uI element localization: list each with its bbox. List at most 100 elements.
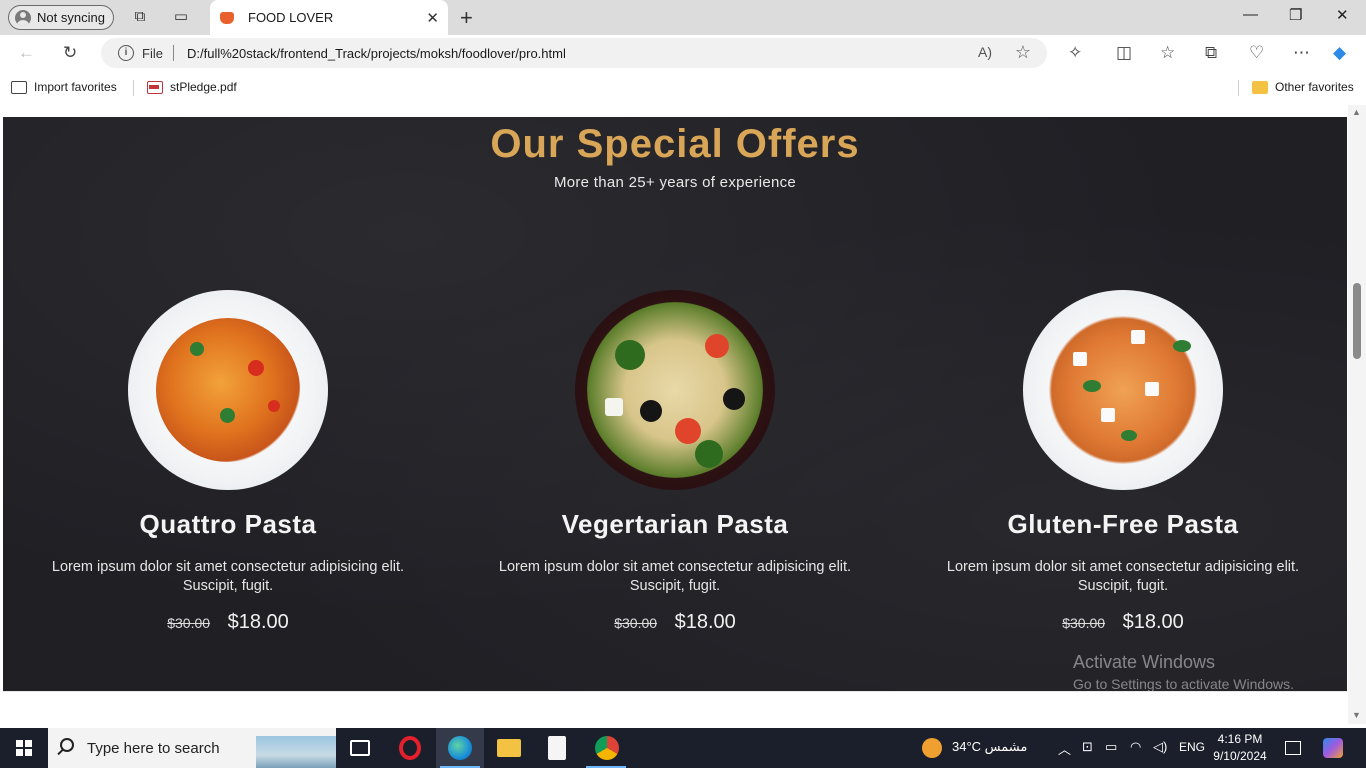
card-title: Gluten-Free Pasta	[1007, 509, 1239, 539]
import-favorites-label: Import favorites	[34, 80, 117, 94]
offer-card-vegetarian: Vegertarian Pasta Lorem ipsum dolor sit …	[465, 290, 885, 634]
import-favorites-button[interactable]: Import favorites	[11, 80, 117, 94]
wifi-icon[interactable]: ◠	[1130, 739, 1141, 755]
price: $18.00	[227, 611, 289, 633]
copilot-icon[interactable]: ◆	[1333, 43, 1346, 63]
dish-image	[575, 290, 775, 490]
opera-icon[interactable]	[399, 736, 421, 760]
page-viewport: Our Special Offers More than 25+ years o…	[3, 117, 1347, 691]
close-window-icon[interactable]: ✕	[1336, 6, 1349, 24]
old-price: $30.00	[1062, 615, 1106, 631]
price: $18.00	[1122, 611, 1184, 633]
dish-image	[128, 290, 328, 490]
notifications-icon[interactable]	[1285, 741, 1301, 755]
title-bar: Not syncing ⧉ ▭ FOOD LOVER ✕ + — ❐ ✕	[0, 0, 1366, 35]
read-aloud-icon[interactable]: A)	[978, 44, 992, 60]
refresh-icon[interactable]: ↻	[63, 43, 77, 63]
tab-food-lover[interactable]: FOOD LOVER ✕	[210, 0, 448, 35]
offer-card-quattro: Quattro Pasta Lorem ipsum dolor sit amet…	[18, 290, 438, 634]
dish-image	[1023, 290, 1223, 490]
taskbar: Type here to search 34°C مشمس ︿ ⊡ ▭ ◠ ◁)…	[0, 728, 1366, 768]
price: $18.00	[674, 611, 736, 633]
card-description: Lorem ipsum dolor sit amet consectetur a…	[498, 559, 852, 594]
old-price: $30.00	[614, 615, 658, 631]
favorites-icon[interactable]: ☆	[1160, 43, 1175, 63]
tab-actions-icon[interactable]: ▭	[172, 8, 190, 26]
card-title: Quattro Pasta	[139, 509, 317, 539]
page-bottom-strip	[3, 691, 1347, 724]
chrome-icon[interactable]	[595, 736, 619, 760]
old-price: $30.00	[167, 615, 211, 631]
other-favorites-button[interactable]: Other favorites	[1252, 80, 1354, 94]
activate-windows-watermark: Activate Windows Go to Settings to activ…	[1073, 652, 1294, 691]
windows-start-icon[interactable]	[16, 740, 32, 756]
scroll-thumb[interactable]	[1353, 283, 1361, 359]
volume-icon[interactable]: ◁)	[1153, 739, 1167, 755]
file-explorer-icon[interactable]	[497, 739, 521, 757]
page-top-strip	[3, 105, 1347, 117]
url-text[interactable]: D:/full%20stack/frontend_Track/projects/…	[187, 46, 566, 61]
divider	[133, 80, 134, 96]
task-view-icon[interactable]	[350, 740, 370, 756]
restore-icon[interactable]: ❐	[1289, 6, 1302, 24]
import-icon	[11, 80, 27, 94]
card-title: Vegertarian Pasta	[561, 509, 789, 539]
avatar-icon	[15, 9, 31, 26]
battery-icon[interactable]: ▭	[1105, 739, 1117, 755]
clock[interactable]: 4:16 PM 9/10/2024	[1210, 731, 1270, 765]
search-highlight-image	[256, 736, 336, 768]
profile-label: Not syncing	[37, 10, 105, 25]
language-indicator[interactable]: ENG	[1179, 740, 1205, 754]
scroll-down-icon[interactable]: ▼	[1352, 710, 1361, 720]
extensions-icon[interactable]: ✧	[1068, 43, 1082, 63]
workspaces-icon[interactable]: ⧉	[131, 8, 149, 26]
page-title: Our Special Offers	[490, 122, 860, 166]
pdf-icon	[147, 80, 163, 94]
tab-favicon-icon	[220, 11, 234, 24]
clock-time: 4:16 PM	[1217, 732, 1263, 746]
other-favorites-label: Other favorites	[1275, 80, 1354, 94]
favorite-pdf-label: stPledge.pdf	[170, 80, 237, 94]
favorite-pdf-link[interactable]: stPledge.pdf	[147, 80, 237, 94]
info-icon[interactable]: i	[118, 45, 134, 61]
notepad-icon[interactable]	[548, 736, 566, 760]
watermark-subtitle: Go to Settings to activate Windows.	[1073, 676, 1294, 691]
show-hidden-icons-icon[interactable]: ︿	[1058, 739, 1071, 758]
copilot-taskbar-icon[interactable]	[1323, 738, 1343, 758]
favorite-star-icon[interactable]: ☆	[1015, 42, 1031, 63]
card-prices: $30.00 $18.00	[18, 611, 438, 634]
minimize-icon[interactable]: —	[1243, 6, 1258, 23]
search-icon	[60, 738, 74, 752]
browser-essentials-icon[interactable]: ♡	[1249, 43, 1264, 63]
profile-button[interactable]: Not syncing	[8, 5, 114, 30]
tab-title: FOOD LOVER	[248, 10, 334, 25]
weather-icon[interactable]	[922, 738, 942, 758]
weather-text[interactable]: 34°C مشمس	[952, 739, 1027, 755]
folder-icon	[1252, 80, 1268, 94]
card-description: Lorem ipsum dolor sit amet consectetur a…	[946, 559, 1300, 594]
settings-more-icon[interactable]: ⋯	[1293, 43, 1310, 63]
divider	[173, 45, 174, 61]
card-prices: $30.00 $18.00	[913, 611, 1333, 634]
address-bar[interactable]: i File D:/full%20stack/frontend_Track/pr…	[101, 38, 1047, 68]
card-prices: $30.00 $18.00	[465, 611, 885, 634]
taskbar-search[interactable]: Type here to search	[48, 728, 336, 768]
clock-date: 9/10/2024	[1213, 749, 1267, 763]
navigation-bar: ← ↻ i File D:/full%20stack/frontend_Trac…	[0, 35, 1366, 71]
offer-card-gluten-free: Gluten-Free Pasta Lorem ipsum dolor sit …	[913, 290, 1333, 634]
card-description: Lorem ipsum dolor sit amet consectetur a…	[51, 559, 405, 594]
page-subtitle: More than 25+ years of experience	[553, 174, 797, 191]
favorites-bar: Import favorites stPledge.pdf Other favo…	[0, 71, 1366, 105]
meet-now-icon[interactable]: ⊡	[1082, 739, 1093, 755]
collections-icon[interactable]: ⧉	[1205, 43, 1217, 63]
split-screen-icon[interactable]: ◫	[1116, 43, 1132, 63]
close-tab-icon[interactable]: ✕	[426, 9, 439, 27]
edge-icon[interactable]	[448, 736, 472, 760]
divider	[1238, 80, 1239, 96]
scroll-up-icon[interactable]: ▲	[1352, 107, 1361, 117]
new-tab-icon[interactable]: +	[460, 5, 473, 31]
search-placeholder: Type here to search	[87, 740, 220, 757]
back-icon[interactable]: ←	[18, 43, 35, 63]
watermark-title: Activate Windows	[1073, 652, 1216, 672]
page-scrollbar[interactable]: ▲ ▼	[1348, 105, 1366, 724]
